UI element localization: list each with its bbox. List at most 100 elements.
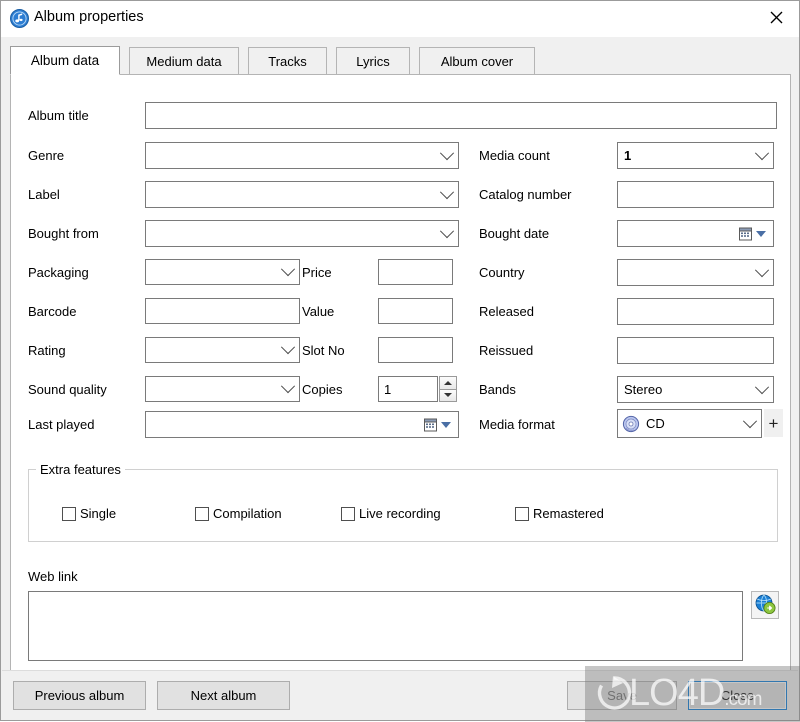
chevron-down-icon	[436, 221, 458, 246]
chevron-down-icon	[436, 143, 458, 168]
media-count-value: 1	[618, 148, 751, 163]
close-icon	[770, 11, 783, 24]
chevron-down-icon	[751, 143, 773, 168]
price-label: Price	[302, 265, 332, 281]
media-format-label: Media format	[479, 417, 555, 433]
chevron-down-icon	[277, 338, 299, 362]
bands-value: Stereo	[618, 382, 751, 397]
country-combobox[interactable]	[617, 259, 774, 286]
checkbox-box-icon	[62, 507, 76, 521]
bands-combobox[interactable]: Stereo	[617, 376, 774, 403]
tab-lyrics[interactable]: Lyrics	[336, 47, 410, 74]
sound-quality-label: Sound quality	[28, 382, 107, 398]
chevron-down-icon	[277, 377, 299, 401]
tab-label: Album cover	[441, 54, 513, 69]
previous-album-button[interactable]: Previous album	[13, 681, 146, 710]
media-format-combobox[interactable]: CD	[617, 409, 762, 438]
media-count-combobox[interactable]: 1	[617, 142, 774, 169]
tab-label: Album data	[31, 53, 99, 68]
checkbox-box-icon	[195, 507, 209, 521]
checkbox-label: Live recording	[359, 506, 441, 521]
web-link-label: Web link	[28, 569, 78, 585]
button-label: Save	[607, 688, 637, 703]
chevron-down-icon	[436, 182, 458, 207]
cd-disc-icon	[620, 414, 642, 434]
chevron-down-icon	[277, 260, 299, 284]
dialog-button-bar: Previous album Next album Save Close	[2, 670, 798, 719]
label-combobox[interactable]	[145, 181, 459, 208]
tab-label: Lyrics	[356, 54, 389, 69]
tab-album-cover[interactable]: Album cover	[419, 47, 535, 74]
catalog-number-input[interactable]	[617, 181, 774, 208]
tab-tracks[interactable]: Tracks	[248, 47, 327, 74]
media-format-value: CD	[642, 416, 739, 431]
checkbox-box-icon	[341, 507, 355, 521]
checkbox-box-icon	[515, 507, 529, 521]
extra-features-title: Extra features	[36, 462, 125, 477]
copies-label: Copies	[302, 382, 342, 398]
tab-label: Tracks	[268, 54, 307, 69]
barcode-input[interactable]	[145, 298, 300, 324]
checkbox-compilation[interactable]: Compilation	[195, 506, 282, 521]
album-title-label: Album title	[28, 108, 89, 124]
window-close-button[interactable]	[753, 1, 799, 33]
dropdown-arrow-icon	[756, 231, 766, 237]
bought-from-label: Bought from	[28, 226, 99, 242]
tab-medium-data[interactable]: Medium data	[129, 47, 239, 74]
web-link-textarea[interactable]	[28, 591, 743, 661]
bands-label: Bands	[479, 382, 516, 398]
value-input[interactable]	[378, 298, 453, 324]
last-played-datepicker[interactable]	[145, 411, 459, 438]
sound-quality-combobox[interactable]	[145, 376, 300, 402]
bought-date-datepicker[interactable]	[617, 220, 774, 247]
album-properties-window: Album properties Album data Medium data …	[0, 0, 800, 721]
rating-label: Rating	[28, 343, 66, 359]
checkbox-label: Compilation	[213, 506, 282, 521]
save-button[interactable]: Save	[567, 681, 677, 710]
released-input[interactable]	[617, 298, 774, 325]
slot-no-input[interactable]	[378, 337, 453, 363]
label-field-label: Label	[28, 187, 60, 203]
value-label: Value	[302, 304, 334, 320]
add-media-format-button[interactable]: +	[764, 409, 783, 437]
copies-decrement-button[interactable]	[439, 389, 457, 403]
triangle-down-icon	[444, 393, 452, 397]
reissued-input[interactable]	[617, 337, 774, 364]
calendar-icon	[738, 226, 754, 242]
chevron-down-icon	[739, 410, 761, 437]
chevron-down-icon	[751, 377, 773, 402]
music-note-icon	[10, 9, 29, 28]
slot-no-label: Slot No	[302, 343, 345, 359]
genre-combobox[interactable]	[145, 142, 459, 169]
window-title: Album properties	[34, 9, 144, 25]
barcode-label: Barcode	[28, 304, 76, 320]
chevron-down-icon	[751, 260, 773, 285]
album-title-input[interactable]	[145, 102, 777, 129]
open-web-link-button[interactable]	[751, 591, 779, 619]
triangle-up-icon	[444, 381, 452, 385]
copies-increment-button[interactable]	[439, 376, 457, 389]
copies-stepper[interactable]	[439, 376, 457, 402]
catalog-number-label: Catalog number	[479, 187, 572, 203]
last-played-label: Last played	[28, 417, 95, 433]
checkbox-live-recording[interactable]: Live recording	[341, 506, 441, 521]
rating-combobox[interactable]	[145, 337, 300, 363]
packaging-combobox[interactable]	[145, 259, 300, 285]
bought-from-combobox[interactable]	[145, 220, 459, 247]
checkbox-label: Single	[80, 506, 116, 521]
price-input[interactable]	[378, 259, 453, 285]
packaging-label: Packaging	[28, 265, 89, 281]
album-data-panel: Album title Genre Label Bought from Pack…	[10, 74, 791, 672]
button-label: Previous album	[35, 688, 125, 703]
copies-input[interactable]	[378, 376, 438, 402]
close-button[interactable]: Close	[688, 681, 787, 710]
checkbox-remastered[interactable]: Remastered	[515, 506, 604, 521]
plus-icon: +	[769, 415, 779, 432]
checkbox-single[interactable]: Single	[62, 506, 116, 521]
tab-album-data[interactable]: Album data	[10, 46, 120, 75]
checkbox-label: Remastered	[533, 506, 604, 521]
tab-strip: Album data Medium data Tracks Lyrics Alb…	[10, 46, 791, 74]
next-album-button[interactable]: Next album	[157, 681, 290, 710]
globe-go-icon	[754, 593, 776, 618]
button-label: Next album	[191, 688, 257, 703]
